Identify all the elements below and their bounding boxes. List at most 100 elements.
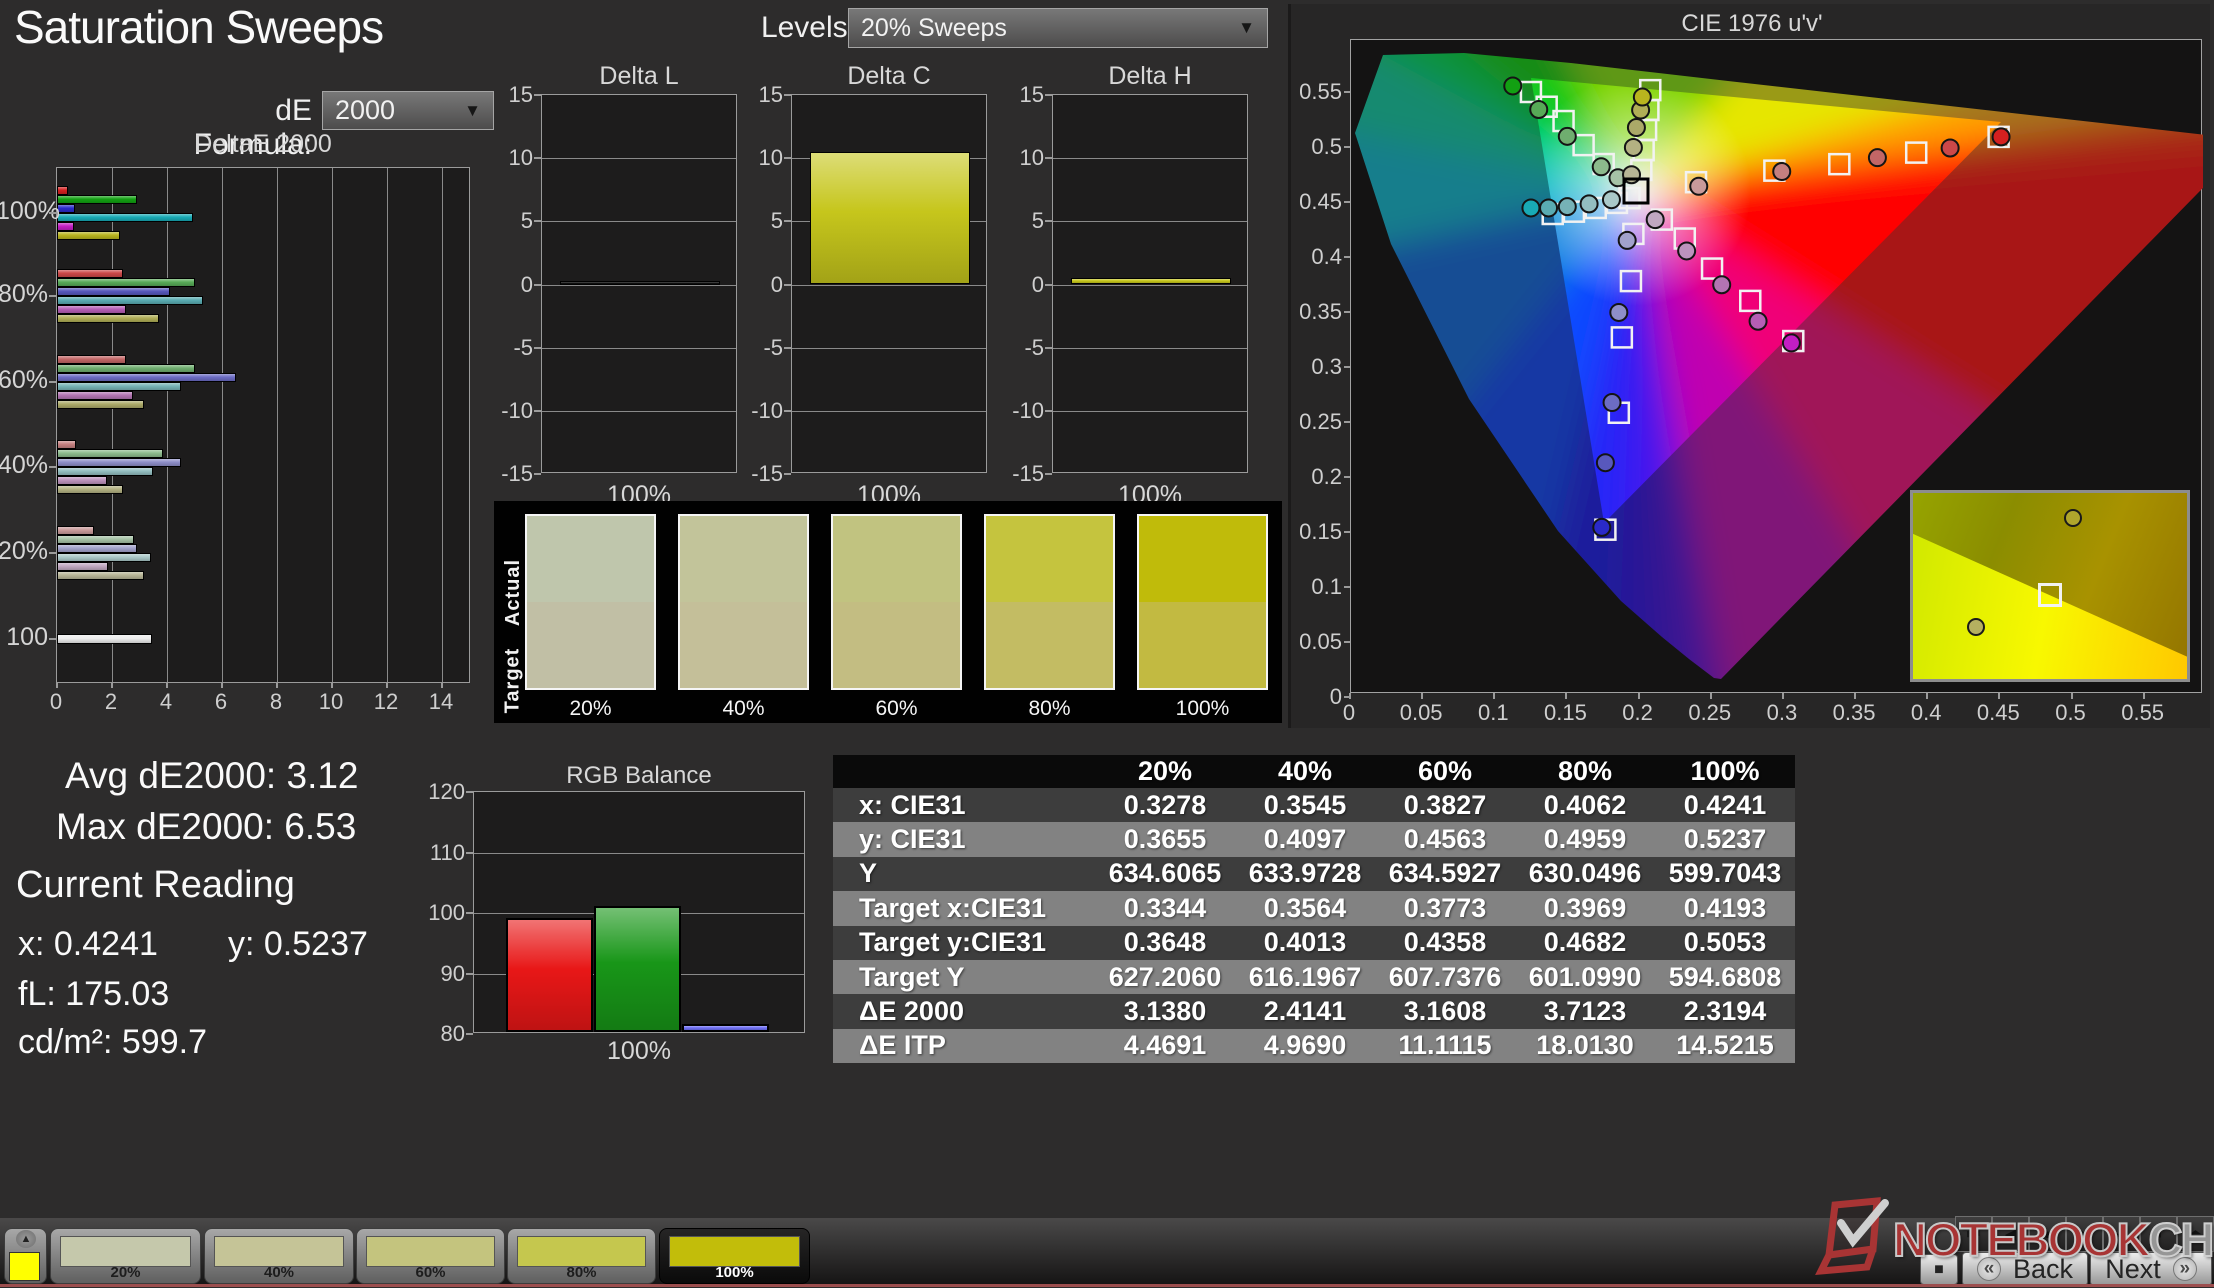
deltae-xtick: 10 — [311, 689, 351, 713]
table-value-cell: 0.5237 — [1655, 822, 1795, 856]
table-value-cell: 601.0990 — [1515, 960, 1655, 994]
cie-xtick: 0.55 — [2113, 700, 2173, 724]
cie-xtick: 0.25 — [1680, 700, 1740, 724]
cie-measured-cyan — [1559, 198, 1576, 215]
notebookcheck-logo: NOTEBOOK CHECK — [1815, 1196, 2214, 1282]
saturation-tile-20%[interactable]: 20% — [50, 1228, 201, 1284]
up-arrow-icon[interactable]: ▲ — [16, 1230, 36, 1248]
logo-text-check: CHECK — [2149, 1212, 2214, 1267]
saturation-tile-100%[interactable]: 100% — [659, 1228, 810, 1284]
swatch-label: 80% — [984, 697, 1115, 721]
table-value-cell: 0.4097 — [1235, 822, 1375, 856]
swatch-compare-20% — [525, 514, 656, 690]
delta-bar — [810, 152, 970, 285]
delta-ytick: 10 — [996, 145, 1044, 169]
delta-ytick: 0 — [735, 272, 783, 296]
page-title: Saturation Sweeps — [14, 0, 383, 54]
table-value-cell: 3.1380 — [1095, 994, 1235, 1028]
cie-measured-cyan — [1581, 195, 1598, 212]
logo-text-notebook: NOTEBOOK — [1893, 1212, 2149, 1267]
tile-color-patch — [214, 1236, 344, 1267]
delta-chart-title: Delta H — [1022, 62, 1278, 88]
reading-fl: fL: 175.03 — [18, 975, 169, 1014]
cie-xtick: 0.15 — [1535, 700, 1595, 724]
swatch-actual — [986, 516, 1113, 602]
swatch-target — [1139, 602, 1266, 688]
inset-target-square — [2038, 583, 2062, 607]
deltae-bar-magenta — [57, 562, 108, 571]
table-header-row: 20%40%60%80%100% — [833, 755, 1795, 788]
chevron-down-icon: ▼ — [1238, 18, 1255, 38]
notebookcheck-laptop-icon — [1815, 1197, 1893, 1281]
rgb-balance-title: RGB Balance — [473, 762, 805, 790]
deltae-bar-magenta — [57, 305, 126, 314]
table-header-cell: 80% — [1515, 755, 1655, 788]
cie-measured-yellow — [1628, 119, 1645, 136]
cie-measured-red — [1869, 149, 1886, 166]
deltae-xtick: 12 — [366, 689, 406, 713]
cie-ytick: 0.55 — [1280, 79, 1342, 103]
cie-zoom-inset — [1910, 490, 2190, 682]
deltae-xtick: 6 — [201, 689, 241, 713]
table-value-cell: 0.4241 — [1655, 788, 1795, 822]
saturation-tile-40%[interactable]: 40% — [204, 1228, 354, 1284]
cie-ytick: 0.35 — [1280, 299, 1342, 323]
table-row: ΔE ITP4.46914.969011.111518.013014.5215 — [833, 1029, 1795, 1063]
swatch-compare-80% — [984, 514, 1115, 690]
cie-ytick: 0.1 — [1280, 574, 1342, 598]
target-row-label: Target — [501, 648, 524, 714]
cie-measured-red — [1942, 139, 1959, 156]
swatch-actual — [680, 516, 807, 602]
table-value-cell: 0.3545 — [1235, 788, 1375, 822]
table-row-label: Y — [833, 857, 1095, 891]
deltae-bar-yellow — [57, 314, 159, 323]
levels-value: 20% Sweeps — [861, 14, 1238, 43]
cie-measured-blue — [1593, 519, 1610, 536]
cie-measured-magenta — [1750, 313, 1767, 330]
table-value-cell: 627.2060 — [1095, 960, 1235, 994]
cie-measured-red — [1773, 163, 1790, 180]
table-row-label: Target Y — [833, 960, 1095, 994]
deltae-bar-red — [57, 526, 94, 535]
deltae-bar-white — [57, 634, 152, 644]
table-value-cell: 0.3773 — [1375, 891, 1515, 925]
deltae-bar-green — [57, 449, 163, 458]
saturation-tile-60%[interactable]: 60% — [356, 1228, 505, 1284]
table-row-label: ΔE ITP — [833, 1029, 1095, 1063]
delta-ytick: 15 — [996, 82, 1044, 106]
table-value-cell: 0.3564 — [1235, 891, 1375, 925]
cie-measured-magenta — [1647, 211, 1664, 228]
table-row: x: CIE310.32780.35450.38270.40620.4241 — [833, 788, 1795, 822]
delta-ytick: -5 — [485, 335, 533, 359]
table-row: Target x:CIE310.33440.35640.37730.39690.… — [833, 891, 1795, 925]
table-value-cell: 634.6065 — [1095, 857, 1235, 891]
cie-measured-red — [1993, 128, 2010, 145]
actual-row-label: Actual — [502, 559, 525, 626]
de-formula-value: 2000 — [335, 95, 464, 126]
table-header-cell: 40% — [1235, 755, 1375, 788]
cie-measured-cyan — [1540, 199, 1557, 216]
levels-dropdown[interactable]: 20% Sweeps ▼ — [848, 8, 1268, 48]
color-list-scroll-tile[interactable]: ▲ — [4, 1228, 47, 1284]
current-color-swatch — [9, 1252, 40, 1281]
delta-h-plot — [1052, 94, 1248, 473]
cie-ytick: 0.3 — [1280, 354, 1342, 378]
delta-bar — [560, 281, 720, 285]
table-value-cell: 2.4141 — [1235, 994, 1375, 1028]
cie-xtick: 0.45 — [1968, 700, 2028, 724]
deltae-xtick: 2 — [91, 689, 131, 713]
delta-chart-title: Delta C — [761, 62, 1017, 88]
table-value-cell: 3.7123 — [1515, 994, 1655, 1028]
saturation-tile-80%[interactable]: 80% — [507, 1228, 656, 1284]
swatch-compare-panel: Actual Target 20%40%60%80%100% — [494, 501, 1282, 723]
table-row: Target y:CIE310.36480.40130.43580.46820.… — [833, 926, 1795, 960]
table-corner-cell — [833, 755, 1095, 788]
table-value-cell: 4.9690 — [1235, 1029, 1375, 1063]
rgb-ytick: 90 — [407, 961, 465, 985]
table-value-cell: 0.3827 — [1375, 788, 1515, 822]
de-formula-dropdown[interactable]: 2000 ▼ — [322, 91, 494, 130]
deltae-bar-green — [57, 278, 195, 287]
table-value-cell: 633.9728 — [1235, 857, 1375, 891]
table-value-cell: 11.1115 — [1375, 1029, 1515, 1063]
delta-ytick: -10 — [996, 398, 1044, 422]
